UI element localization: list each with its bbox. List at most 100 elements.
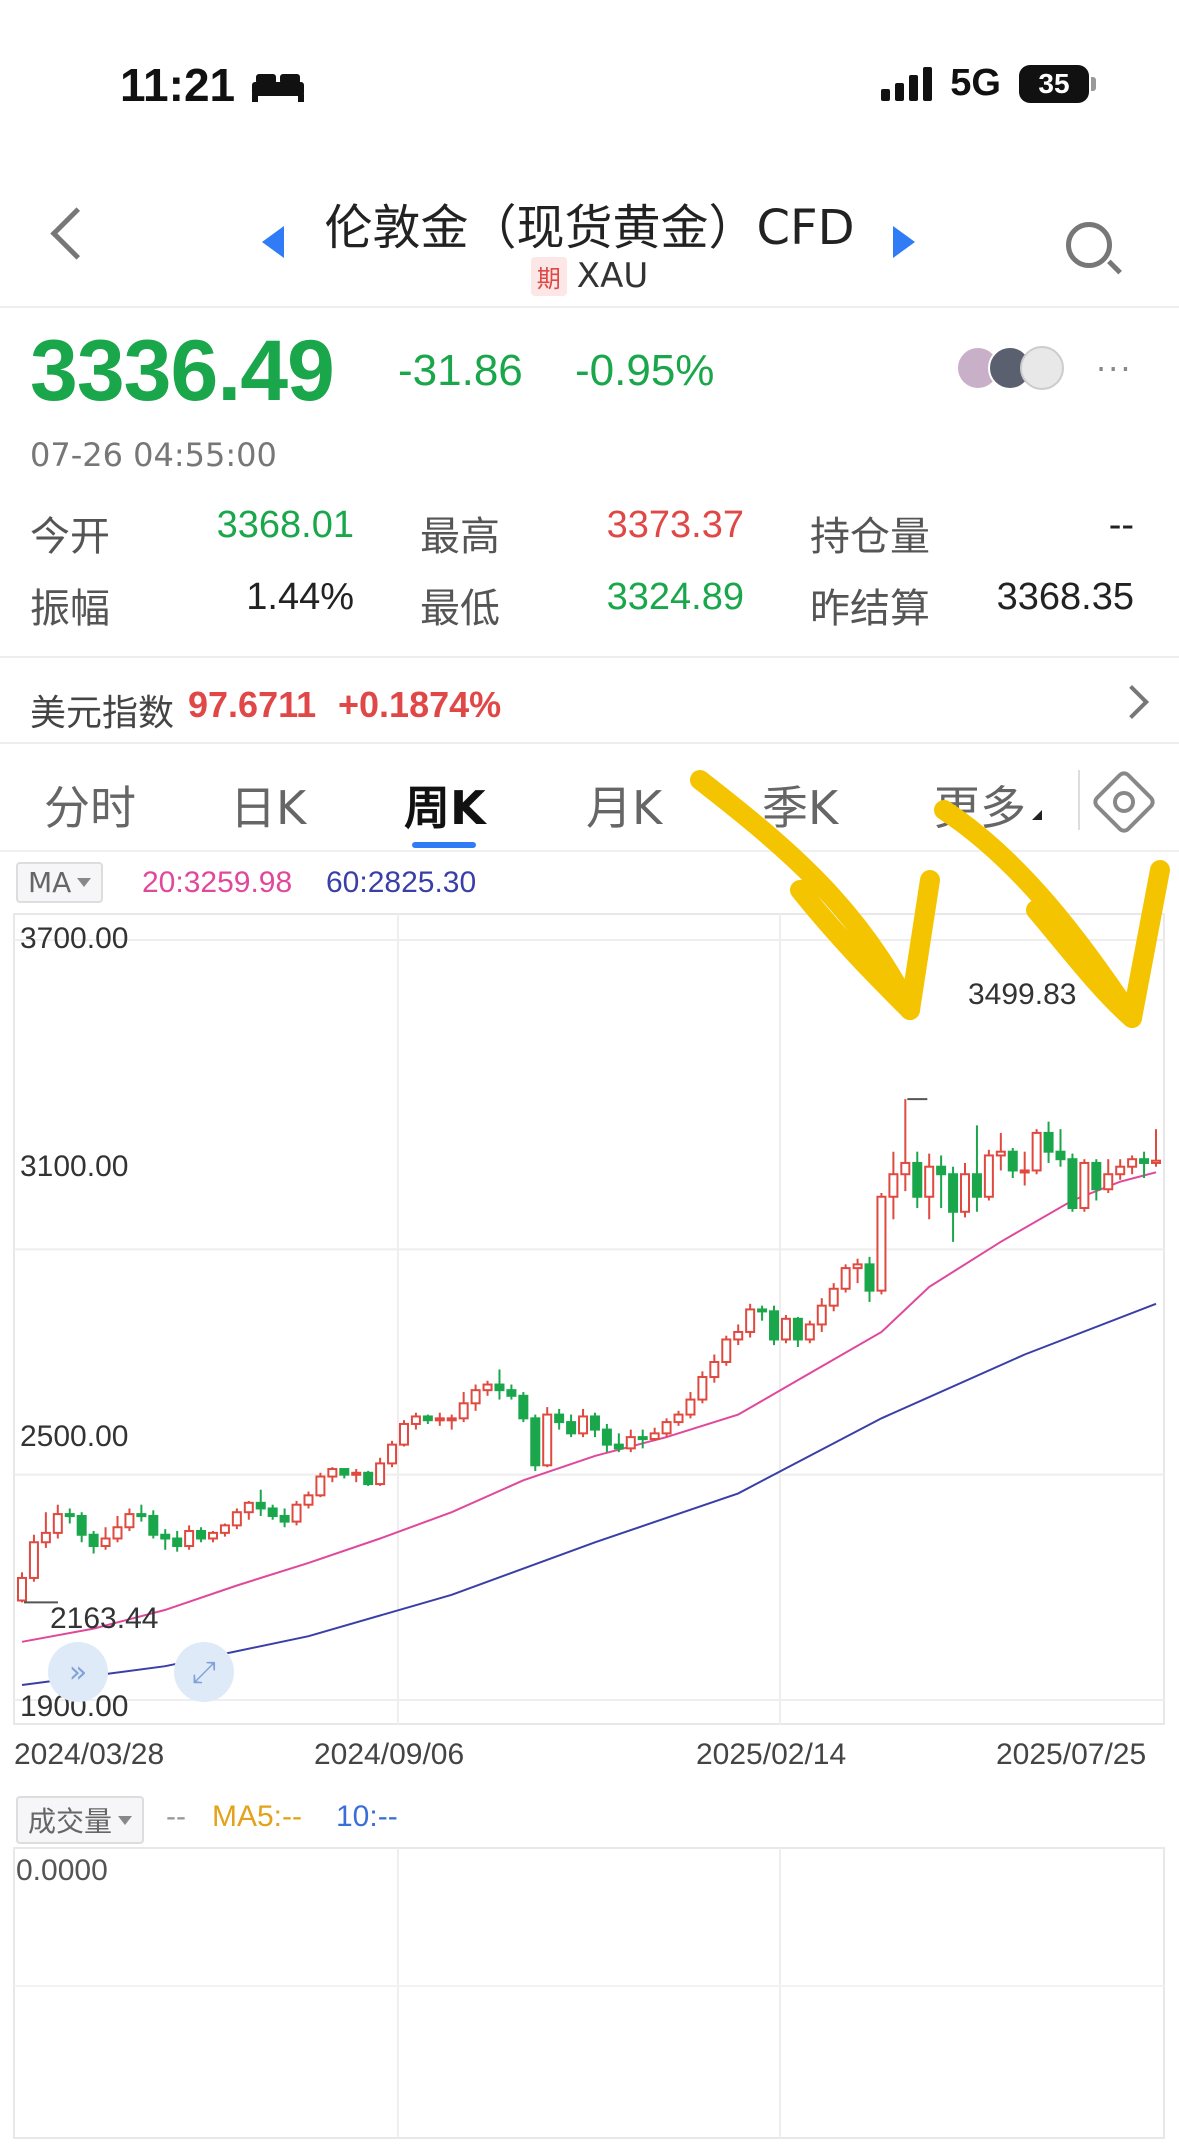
candle-body [625,1436,636,1450]
x-tick-label: 2025/07/25 [996,1738,1147,1771]
follower-avatars[interactable] [956,346,1064,390]
candle-body [1031,1131,1042,1172]
divider [0,656,1179,658]
next-instrument-icon[interactable] [893,226,915,258]
candle-body [864,1263,875,1292]
open-value: 3368.01 [216,504,354,546]
candle-body [422,1415,433,1422]
candle-body [267,1507,278,1517]
candle-body [458,1402,469,1420]
candle-body [960,1173,971,1213]
candle-body [936,1165,947,1176]
chevron-down-icon [118,1815,133,1825]
candle-body [792,1317,803,1341]
candle-body [470,1389,481,1405]
candle-body [339,1468,350,1476]
fullscreen-icon[interactable]: ⤢ [174,1642,234,1702]
candle-body [148,1514,159,1536]
candle-body [721,1338,732,1364]
low-value: 3324.89 [606,576,744,618]
candle-body [1019,1169,1030,1174]
candle-body [697,1376,708,1401]
candle-body [1103,1173,1114,1191]
dxy-row[interactable] [0,660,1179,740]
volume-indicator-select[interactable]: 成交量 [16,1796,145,1844]
candle-body [184,1530,195,1548]
candle-body [554,1413,565,1424]
candle-body [1067,1158,1078,1210]
candle-body [888,1173,899,1198]
amplitude-label: 振幅 [30,586,110,632]
settlement-label: 昨结算 [810,586,930,632]
candle-body [900,1161,911,1176]
status-indicators: 5G 35 [881,62,1096,105]
tab-monthly[interactable]: 月K [586,772,662,838]
tab-intraday[interactable]: 分时 [44,772,136,838]
indicator-select[interactable]: MA [16,862,104,903]
y-tick-label: 3100.00 [20,1150,129,1183]
candle-body [40,1531,51,1544]
instrument-subtitle: 期 XAU [0,256,1179,296]
candlestick-chart[interactable] [0,770,1179,1730]
settings-icon[interactable] [1090,768,1158,836]
candle-body [315,1475,326,1497]
candle-body [661,1421,672,1435]
more-caret-icon [1032,810,1042,820]
ma20-line [21,1171,1157,1643]
indicator-select-label: MA [28,866,72,899]
candle-body [172,1537,183,1548]
candle-body [685,1398,696,1416]
sleep-mode-icon [252,72,304,102]
candle-body [207,1531,218,1540]
high-label: 最高 [420,514,500,560]
y-tick-label: 3700.00 [20,922,129,955]
candle-body [291,1503,302,1523]
scroll-forward-icon[interactable]: » [48,1642,108,1702]
candle-body [948,1173,959,1213]
candle-body [494,1383,505,1392]
candle-body [279,1514,290,1523]
candle-body [876,1195,887,1292]
candle-body [673,1413,684,1424]
candle-body [828,1287,839,1307]
ma60-line [21,1302,1157,1686]
candle-body [816,1304,827,1326]
price-change: -31.86 [398,346,523,395]
dxy-value: 97.6711 [188,684,317,725]
network-type: 5G [950,62,1001,104]
divider [0,742,1179,744]
volume-chart [13,1847,1165,2139]
candle-body [243,1501,254,1514]
candle-body [530,1417,541,1467]
candle-body [88,1533,99,1548]
search-icon[interactable] [1066,222,1112,268]
candle-body [506,1389,517,1397]
divider [1078,770,1080,830]
candle-body [100,1537,111,1548]
candle-body [613,1443,624,1450]
volume-value: -- [166,1800,186,1833]
status-time: 11:21 [120,59,236,111]
open-interest-value: -- [1108,504,1134,546]
volume-select-label: 成交量 [28,1805,113,1838]
amplitude-value: 1.44% [246,576,354,618]
candle-body [434,1417,445,1422]
candle-body [1043,1131,1054,1153]
candle-body [769,1310,780,1341]
more-icon[interactable]: ··· [1096,350,1133,388]
candle-body [76,1514,87,1536]
low-marker-label: 2163.44 [50,1602,159,1635]
candle-body [363,1471,374,1486]
tab-daily[interactable]: 日K [230,772,306,838]
candle-body [17,1576,27,1602]
candle-body [1127,1158,1138,1168]
candle-body [64,1513,75,1518]
tab-weekly[interactable]: 周K [404,772,486,838]
candle-body [196,1530,207,1540]
candle-body [995,1150,1006,1157]
candle-body [578,1415,589,1435]
candle-body [387,1443,398,1465]
candle-body [924,1165,935,1198]
candle-body [518,1394,529,1420]
open-label: 今开 [30,514,110,560]
